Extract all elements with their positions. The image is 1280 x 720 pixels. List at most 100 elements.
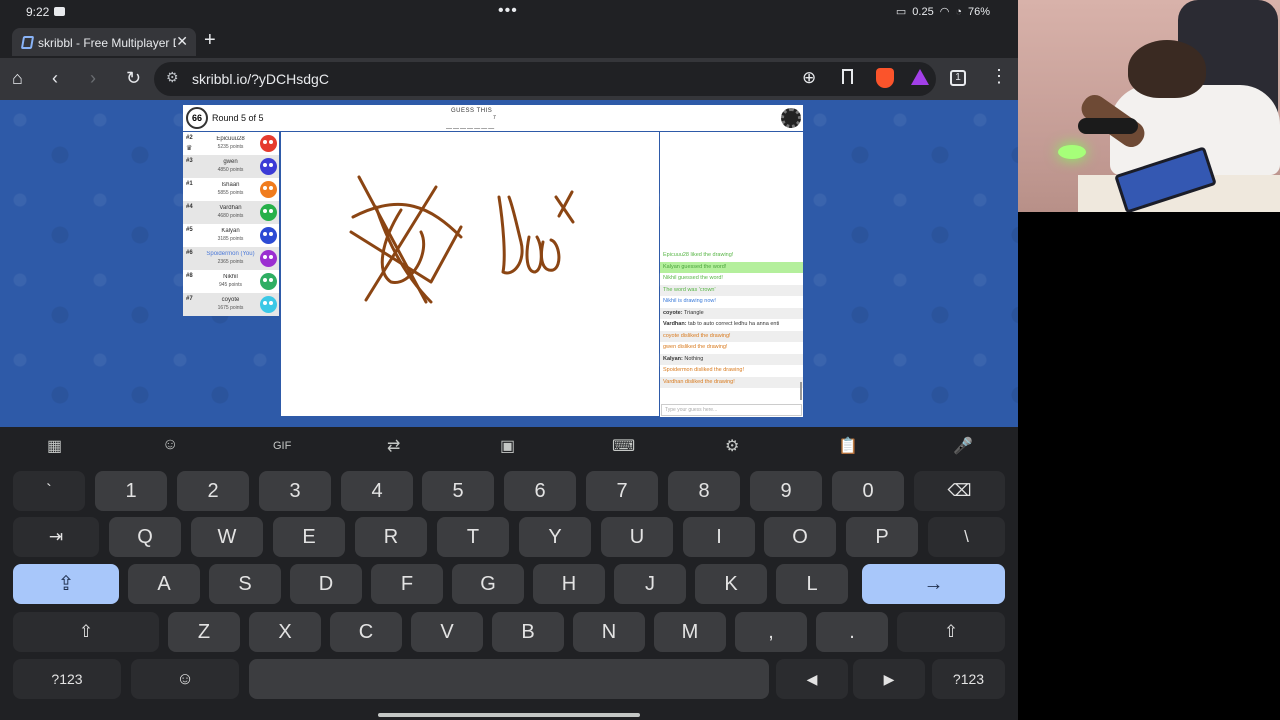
key-row4-7[interactable]: M xyxy=(654,612,726,652)
key-row4-2[interactable]: X xyxy=(249,612,321,652)
key-row2-4[interactable]: R xyxy=(355,517,427,557)
player-avatar xyxy=(260,227,277,244)
key-row2-1[interactable]: Q xyxy=(109,517,181,557)
player-row[interactable]: #7 coyote 1675 points xyxy=(183,293,279,316)
tab-skribbl[interactable]: skribbl - Free Multiplayer Dra ✕ xyxy=(12,28,196,56)
key-row1-3[interactable]: 3 xyxy=(259,471,331,511)
multitask-dots[interactable]: ••• xyxy=(498,2,518,20)
key-row1-9[interactable]: 9 xyxy=(750,471,822,511)
clipboard-icon[interactable]: 📋 xyxy=(838,436,858,456)
key-row1-8[interactable]: 8 xyxy=(668,471,740,511)
key-row1-10[interactable]: 0 xyxy=(832,471,904,511)
brave-rewards-icon[interactable] xyxy=(911,69,929,85)
site-settings-icon[interactable]: ⚙ xyxy=(166,69,179,86)
key-row2-8[interactable]: I xyxy=(683,517,755,557)
key-row2-6[interactable]: Y xyxy=(519,517,591,557)
bookmark-icon[interactable] xyxy=(842,69,853,84)
key-row2-5[interactable]: T xyxy=(437,517,509,557)
player-row[interactable]: #1 Ishaan 5855 points xyxy=(183,178,279,201)
key-row5-3[interactable]: ◀ xyxy=(776,659,848,699)
key-row2-3[interactable]: E xyxy=(273,517,345,557)
translate-icon[interactable]: ⇄ xyxy=(387,436,400,456)
player-row[interactable]: #4 Vardhan 4680 points xyxy=(183,201,279,224)
key-row2-2[interactable]: W xyxy=(191,517,263,557)
key-row1-0[interactable]: ` xyxy=(13,471,85,511)
player-rank: #8 xyxy=(186,273,193,279)
sticker-icon[interactable]: ☺ xyxy=(162,436,178,454)
key-row5-1[interactable]: ☺ xyxy=(131,659,239,699)
key-row4-6[interactable]: N xyxy=(573,612,645,652)
key-row1-2[interactable]: 2 xyxy=(177,471,249,511)
key-row4-9[interactable]: . xyxy=(816,612,888,652)
key-row5-5[interactable]: ?123 xyxy=(932,659,1005,699)
spacebar-key[interactable] xyxy=(249,659,769,699)
key-row3-7[interactable]: J xyxy=(614,564,686,604)
url-text[interactable]: skribbl.io/?yDCHsdgC xyxy=(192,71,329,87)
player-rank: #5 xyxy=(186,227,193,233)
key-row1-11[interactable]: ⌫ xyxy=(914,471,1005,511)
key-row4-10[interactable]: ⇧ xyxy=(897,612,1005,652)
key-row2-0[interactable]: ⇥ xyxy=(13,517,99,557)
new-tab-button[interactable]: + xyxy=(204,29,216,52)
key-row3-0[interactable]: ⇪ xyxy=(13,564,119,604)
apps-grid-icon[interactable]: ▦ xyxy=(47,436,62,456)
player-row[interactable]: #3 gwen 4850 points xyxy=(183,155,279,178)
brave-shields-icon[interactable] xyxy=(876,68,894,88)
settings-gear-icon[interactable] xyxy=(781,108,801,128)
player-row[interactable]: #8 Nikhil 945 points xyxy=(183,270,279,293)
key-row1-7[interactable]: 7 xyxy=(586,471,658,511)
key-row4-5[interactable]: B xyxy=(492,612,564,652)
cast-icon: ▭ xyxy=(895,6,907,18)
keyboard-settings-icon[interactable]: ⚙ xyxy=(725,436,739,456)
key-row1-6[interactable]: 6 xyxy=(504,471,576,511)
key-row1-4[interactable]: 4 xyxy=(341,471,413,511)
back-icon[interactable]: ‹ xyxy=(52,68,58,88)
emoji-board-icon[interactable]: ▣ xyxy=(500,436,515,456)
key-row1-5[interactable]: 5 xyxy=(422,471,494,511)
menu-icon[interactable]: ⋮ xyxy=(990,66,1008,87)
drawing-canvas[interactable] xyxy=(281,132,659,416)
player-avatar xyxy=(260,273,277,290)
status-bar: 9:22 ••• ▭ 0.25 ◠ ◔ 76% xyxy=(0,0,1018,24)
key-row3-5[interactable]: G xyxy=(452,564,524,604)
address-bar[interactable]: ⚙ skribbl.io/?yDCHsdgC ⊕ xyxy=(154,62,936,96)
key-row4-0[interactable]: ⇧ xyxy=(13,612,159,652)
player-name: Epicuuu28 xyxy=(216,136,245,142)
microphone-icon[interactable]: 🎤 xyxy=(953,436,973,456)
keyboard-layout-icon[interactable]: ⌨ xyxy=(612,436,635,456)
key-row3-2[interactable]: S xyxy=(209,564,281,604)
key-row3-9[interactable]: L xyxy=(776,564,848,604)
key-row4-3[interactable]: C xyxy=(330,612,402,652)
player-row[interactable]: #6 Spoidermon (You) 2365 points xyxy=(183,247,279,270)
tab-count-button[interactable]: 1 xyxy=(950,70,966,86)
gesture-handle[interactable] xyxy=(378,713,640,717)
key-row2-9[interactable]: O xyxy=(764,517,836,557)
forward-icon[interactable]: › xyxy=(90,68,96,88)
player-row[interactable]: #2 Epicuuu28 5235 points ♛ xyxy=(183,132,279,155)
key-row4-1[interactable]: Z xyxy=(168,612,240,652)
chat-text: Nothing xyxy=(682,355,704,362)
key-row5-0[interactable]: ?123 xyxy=(13,659,121,699)
key-row5-4[interactable]: ▶ xyxy=(853,659,925,699)
key-row3-8[interactable]: K xyxy=(695,564,767,604)
key-row4-4[interactable]: V xyxy=(411,612,483,652)
key-row3-6[interactable]: H xyxy=(533,564,605,604)
key-row2-10[interactable]: P xyxy=(846,517,918,557)
key-row4-8[interactable]: , xyxy=(735,612,807,652)
close-tab-icon[interactable]: ✕ xyxy=(176,33,188,50)
key-row3-1[interactable]: A xyxy=(128,564,200,604)
key-row3-3[interactable]: D xyxy=(290,564,362,604)
gif-button[interactable]: GIF xyxy=(273,440,291,452)
reload-icon[interactable]: ↻ xyxy=(126,68,141,88)
key-row2-11[interactable]: \ xyxy=(928,517,1005,557)
player-name: Vardhan xyxy=(219,205,242,211)
guess-input[interactable]: Type your guess here... xyxy=(661,404,802,416)
player-row[interactable]: #5 Kalyan 3185 points xyxy=(183,224,279,247)
zoom-icon[interactable]: ⊕ xyxy=(802,68,816,88)
key-row3-4[interactable]: F xyxy=(371,564,443,604)
chat-scrollbar[interactable] xyxy=(800,382,802,400)
key-row2-7[interactable]: U xyxy=(601,517,673,557)
key-row3-10[interactable]: → xyxy=(862,564,1005,604)
key-row1-1[interactable]: 1 xyxy=(95,471,167,511)
home-icon[interactable]: ⌂ xyxy=(12,68,23,88)
